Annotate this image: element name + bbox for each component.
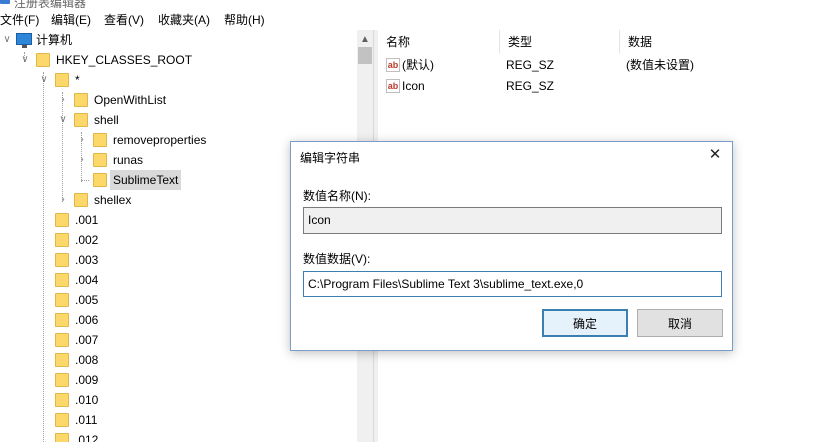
folder-icon: [55, 253, 69, 267]
folder-icon: [93, 133, 107, 147]
chevron-right-icon[interactable]: ›: [77, 150, 87, 170]
folder-icon: [55, 433, 69, 442]
ab-string-icon: ab: [386, 79, 400, 93]
value-data-input[interactable]: [303, 271, 722, 297]
close-icon[interactable]: ✕: [706, 146, 724, 164]
tree-node-label: .001: [75, 213, 99, 227]
column-header-type[interactable]: 类型: [500, 30, 620, 54]
tree-node-label: OpenWithList: [94, 93, 167, 107]
menu-view[interactable]: 查看(V): [104, 11, 144, 28]
window-title: 注册表编辑器: [14, 0, 87, 8]
cancel-button[interactable]: 取消: [637, 309, 723, 337]
menu-help[interactable]: 帮助(H): [224, 11, 265, 28]
tree-node-label: .009: [75, 373, 99, 387]
tree-node-ext[interactable]: .009: [0, 370, 357, 390]
tree-node-label: removeproperties: [113, 133, 207, 147]
tree-node-label: .003: [75, 253, 99, 267]
value-row-default[interactable]: ab (默认) REG_SZ (数值未设置): [378, 55, 825, 76]
value-name-field: Icon: [303, 207, 722, 234]
tree-node-label: runas: [113, 153, 144, 167]
folder-icon: [93, 153, 107, 167]
folder-icon: [55, 273, 69, 287]
title-bar: 注册表编辑器: [0, 0, 825, 8]
chevron-down-icon[interactable]: ∨: [58, 110, 68, 130]
value-name-label: 数值名称(N):: [303, 189, 371, 203]
folder-icon: [74, 113, 88, 127]
ok-button[interactable]: 确定: [542, 309, 628, 337]
values-list-header: 名称 类型 数据: [378, 30, 825, 54]
tree-node-label: shellex: [94, 193, 132, 207]
tree-node-ext[interactable]: .010: [0, 390, 357, 410]
value-type: REG_SZ: [506, 79, 555, 93]
chevron-right-icon[interactable]: ›: [77, 130, 87, 150]
folder-icon: [55, 233, 69, 247]
menu-bar: 文件(F) 编辑(E) 查看(V) 收藏夹(A) 帮助(H): [0, 8, 825, 30]
tree-node-label: .004: [75, 273, 99, 287]
folder-icon: [55, 373, 69, 387]
column-header-data[interactable]: 数据: [620, 30, 825, 54]
value-row-icon[interactable]: ab Icon REG_SZ: [378, 76, 825, 97]
chevron-down-icon[interactable]: ∨: [20, 50, 30, 70]
tree-node-label: .005: [75, 293, 99, 307]
value-data-label: 数值数据(V):: [303, 252, 371, 266]
chevron-right-icon[interactable]: ›: [58, 190, 68, 210]
tree-node-label: HKEY_CLASSES_ROOT: [56, 53, 193, 67]
tree-node-label: .010: [75, 393, 99, 407]
folder-icon: [55, 393, 69, 407]
tree-node-label: .006: [75, 313, 99, 327]
tree-node-label: *: [75, 73, 80, 87]
folder-icon: [55, 213, 69, 227]
regedit-app-icon: [0, 0, 10, 4]
tree-node-ext[interactable]: .011: [0, 410, 357, 430]
folder-icon: [93, 173, 107, 187]
folder-icon: [55, 353, 69, 367]
tree-node-label: .002: [75, 233, 99, 247]
folder-icon: [55, 413, 69, 427]
chevron-right-icon[interactable]: ›: [58, 90, 68, 110]
value-name: Icon: [402, 79, 425, 93]
tree-node-openwithlist[interactable]: › OpenWithList: [0, 90, 357, 110]
menu-favorites[interactable]: 收藏夹(A): [158, 11, 210, 28]
folder-icon: [55, 73, 69, 87]
column-header-name[interactable]: 名称: [378, 30, 500, 54]
chevron-down-icon[interactable]: ∨: [39, 70, 49, 90]
scrollbar-thumb[interactable]: [358, 47, 372, 64]
chevron-down-icon[interactable]: ∨: [2, 30, 12, 50]
tree-node-label: 计算机: [36, 33, 73, 47]
tree-node-label: .007: [75, 333, 99, 347]
folder-icon: [74, 93, 88, 107]
ab-string-icon: ab: [386, 58, 400, 72]
tree-node-label: .012: [75, 433, 99, 442]
tree-node-shell[interactable]: ∨ shell: [0, 110, 357, 130]
value-data: (数值未设置): [626, 58, 694, 72]
value-type: REG_SZ: [506, 58, 555, 72]
folder-icon: [55, 333, 69, 347]
computer-icon: [16, 33, 32, 48]
folder-icon: [55, 313, 69, 327]
tree-node-label-selected: SublimeText: [110, 170, 182, 190]
tree-node-ext[interactable]: .012: [0, 430, 357, 442]
tree-node-label: shell: [94, 113, 119, 127]
tree-node-hkcr[interactable]: ∨ HKEY_CLASSES_ROOT: [0, 50, 357, 70]
tree-node-computer[interactable]: ∨ 计算机: [0, 30, 357, 50]
dialog-title: 编辑字符串: [300, 151, 361, 165]
tree-node-ext[interactable]: .008: [0, 350, 357, 370]
menu-edit[interactable]: 编辑(E): [51, 11, 91, 28]
menu-file[interactable]: 文件(F): [0, 11, 39, 28]
folder-icon: [74, 193, 88, 207]
tree-node-label: .008: [75, 353, 99, 367]
tree-node-star[interactable]: ∨ *: [0, 70, 357, 90]
tree-node-label: .011: [75, 413, 98, 427]
scroll-up-icon[interactable]: ▲: [360, 34, 370, 45]
folder-icon: [36, 53, 50, 67]
folder-icon: [55, 293, 69, 307]
value-name: (默认): [402, 58, 434, 72]
edit-string-dialog: 编辑字符串 ✕ 数值名称(N): Icon 数值数据(V): 确定 取消: [290, 141, 733, 351]
